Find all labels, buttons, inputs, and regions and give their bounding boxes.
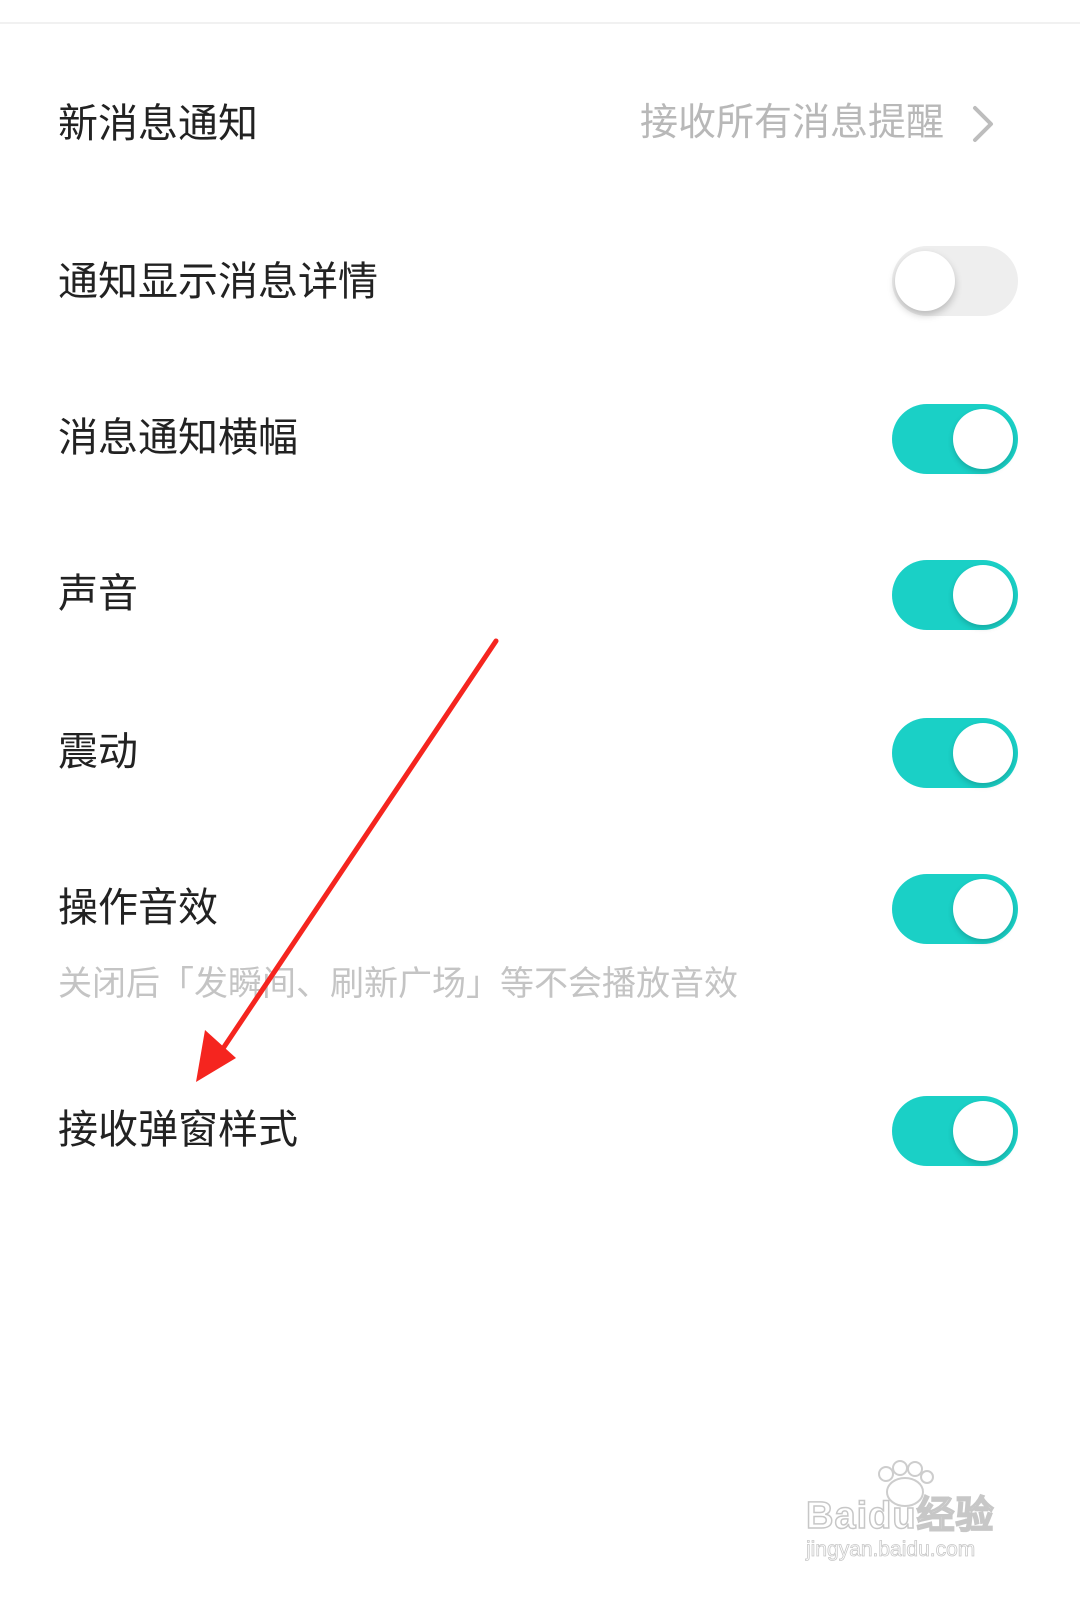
op-sound-hint: 关闭后「发瞬间、刷新广场」等不会播放音效 [58,964,738,1004]
banner-toggle[interactable] [892,404,1018,474]
top-divider [0,22,1080,24]
toggle-knob [953,879,1013,939]
popup-style-label: 接收弹窗样式 [58,1107,298,1153]
popup-style-toggle[interactable] [892,1096,1018,1166]
settings-row-popup-style: 接收弹窗样式 [0,1076,1080,1186]
banner-label: 消息通知横幅 [58,415,298,461]
vibrate-toggle[interactable] [892,718,1018,788]
settings-row-new-message[interactable]: 新消息通知 接收所有消息提醒 [0,70,1080,180]
settings-row-banner: 消息通知横幅 [0,384,1080,494]
settings-row-vibrate: 震动 [0,698,1080,808]
show-details-toggle[interactable] [892,246,1018,316]
toggle-knob [895,251,955,311]
sound-label: 声音 [58,571,138,617]
watermark-url: jingyan.baidu.com [806,1538,976,1562]
watermark-brand: Baidu经验 [805,1494,995,1538]
sound-toggle[interactable] [892,560,1018,630]
toggle-knob [953,1101,1013,1161]
settings-row-sound: 声音 [0,540,1080,650]
settings-row-op-sound: 操作音效 [0,854,1080,964]
new-message-value: 接收所有消息提醒 [639,100,944,144]
op-sound-label: 操作音效 [58,885,218,931]
toggle-knob [953,565,1013,625]
show-details-label: 通知显示消息详情 [58,259,378,305]
op-sound-toggle[interactable] [892,874,1018,944]
new-message-label: 新消息通知 [58,101,258,147]
vibrate-label: 震动 [58,729,138,775]
chevron-right-icon [973,106,993,142]
toggle-knob [953,723,1013,783]
settings-row-show-details: 通知显示消息详情 [0,228,1080,338]
watermark: Baidu经验 jingyan.baidu.com [800,1460,1040,1590]
toggle-knob [953,409,1013,469]
